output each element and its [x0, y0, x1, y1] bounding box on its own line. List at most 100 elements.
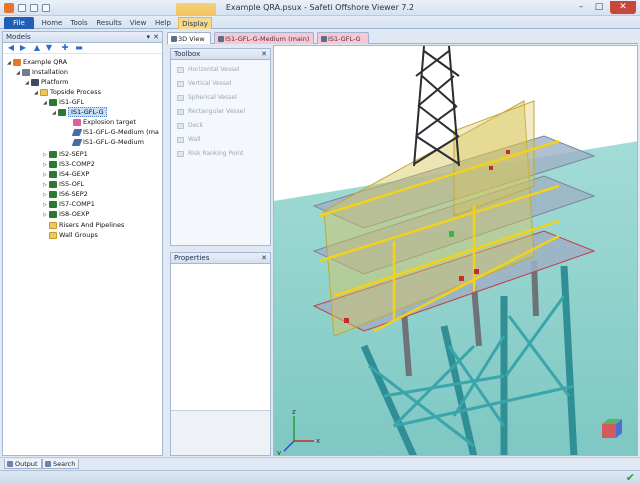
equipment-marker: [506, 150, 510, 154]
tree-node-platform[interactable]: ◢ Platform: [25, 78, 68, 87]
tab-home[interactable]: Home: [40, 17, 64, 29]
isolatable-section-icon: [49, 150, 57, 158]
tree-node-leak-main[interactable]: IS1-GFL-G-Medium (ma: [67, 128, 159, 137]
title-bar: Example QRA.psux - Safeti Offshore Viewe…: [0, 0, 640, 16]
tool-deck[interactable]: Deck: [177, 121, 203, 130]
tree-node-example-qra[interactable]: ◢ Example QRA: [7, 58, 67, 67]
3d-viewport[interactable]: z x y: [273, 45, 638, 456]
close-button[interactable]: ✕: [610, 1, 636, 14]
deck-icon: [177, 122, 184, 129]
bottom-tabs: Output Search: [0, 457, 640, 469]
risk-ranking-point-icon: [177, 150, 184, 157]
tab-output[interactable]: Output: [4, 459, 42, 469]
tool-rectangular-vessel[interactable]: Rectangular Vessel: [177, 107, 245, 116]
folder-icon: [40, 88, 48, 96]
ribbon-tabs: File Home Tools Results View Help Displa…: [0, 3, 640, 29]
toolbox-title: Toolbox: [174, 50, 201, 58]
tree-node-installation[interactable]: ◢ Installation: [16, 68, 68, 77]
equipment-marker: [344, 318, 349, 323]
isolatable-section-icon: [58, 108, 66, 116]
tab-tools[interactable]: Tools: [68, 17, 90, 29]
toolbox-panel-header: Toolbox ✕: [171, 49, 270, 60]
3d-scene[interactable]: z x y: [274, 46, 638, 456]
properties-panel: Properties ✕: [170, 252, 271, 456]
window-title: Example QRA.psux - Safeti Offshore Viewe…: [225, 3, 415, 12]
tab-results[interactable]: Results: [96, 17, 122, 29]
tool-spherical-vessel[interactable]: Spherical Vessel: [177, 93, 237, 102]
tree-node-is1-gfl[interactable]: ◢ IS1-GFL: [43, 98, 84, 107]
installation-icon: [22, 68, 30, 76]
models-panel: Models ▾ ✕ ◀ ▶ ▲ ▼ ✚ ▬ ◢ Example QRA ◢ Ins…: [2, 31, 163, 456]
tree-node-is5-ofl[interactable]: ▷ IS5-OFL: [43, 180, 84, 189]
tab-search[interactable]: Search: [42, 459, 80, 469]
expand-icon[interactable]: ✚: [61, 44, 69, 52]
maximize-button[interactable]: □: [590, 1, 608, 14]
close-icon[interactable]: ✕: [261, 49, 267, 60]
tree-node-leak-medium[interactable]: IS1-GFL-G-Medium: [67, 138, 144, 147]
axis-label-x: x: [316, 437, 320, 445]
properties-title: Properties: [174, 254, 210, 262]
tree-node-is2-sep1[interactable]: ▷ IS2-SEP1: [43, 150, 88, 159]
explosion-target-marker: [449, 231, 454, 237]
minimize-button[interactable]: –: [572, 1, 590, 14]
equipment-marker: [459, 276, 464, 281]
close-icon[interactable]: ✕: [153, 32, 159, 43]
back-arrow-icon[interactable]: ◀: [7, 44, 15, 52]
close-icon[interactable]: ✕: [261, 253, 267, 264]
folder-icon: [49, 221, 57, 229]
tab-view[interactable]: View: [128, 17, 148, 29]
tree-node-wall-groups[interactable]: Wall Groups: [43, 231, 98, 240]
isolatable-section-icon: [321, 36, 327, 42]
leak-icon: [71, 128, 83, 136]
forward-arrow-icon[interactable]: ▶: [19, 44, 27, 52]
pin-icon[interactable]: ▾: [146, 32, 150, 43]
status-bar: ✔: [0, 470, 640, 484]
explosion-target-icon: [73, 118, 81, 126]
tool-horizontal-vessel[interactable]: Horizontal Vessel: [177, 65, 239, 74]
tool-wall[interactable]: Wall: [177, 135, 201, 144]
up-arrow-icon[interactable]: ▲: [33, 44, 41, 52]
isolatable-section-icon: [49, 210, 57, 218]
tree-node-is3-comp2[interactable]: ▷ IS3-COMP2: [43, 160, 95, 169]
view-cube-icon[interactable]: [602, 419, 622, 438]
search-icon: [45, 461, 51, 467]
context-group-label: [176, 3, 216, 15]
leak-icon: [71, 138, 83, 146]
tab-display[interactable]: Display: [178, 17, 212, 29]
document-tabs: 3D View IS1-GFL-G-Medium (main) IS1-GFL-…: [167, 31, 638, 44]
tree-node-is7-comp1[interactable]: ▷ IS7-COMP1: [43, 200, 95, 209]
qra-icon: [13, 58, 21, 66]
tree-node-is6-sep2[interactable]: ▷ IS6-SEP2: [43, 190, 88, 199]
vertical-vessel-icon: [177, 80, 184, 87]
tree-node-explosion-target[interactable]: Explosion target: [67, 118, 136, 127]
down-arrow-icon[interactable]: ▼: [45, 44, 53, 52]
tool-risk-ranking-point[interactable]: Risk Ranking Point: [177, 149, 243, 158]
tool-vertical-vessel[interactable]: Vertical Vessel: [177, 79, 231, 88]
axis-label-y: y: [277, 449, 281, 456]
models-panel-title: Models: [6, 33, 31, 41]
3d-view-icon: [171, 36, 177, 42]
properties-panel-header: Properties ✕: [171, 253, 270, 264]
collapse-icon[interactable]: ▬: [75, 44, 83, 52]
isolatable-section-icon: [49, 180, 57, 188]
properties-description-area: [171, 410, 270, 455]
tab-help[interactable]: Help: [154, 17, 172, 29]
equipment-marker: [474, 269, 479, 274]
tab-file[interactable]: File: [4, 17, 34, 29]
tab-is1-gfl-g[interactable]: IS1-GFL-G: [317, 32, 369, 44]
toolbox-panel: Toolbox ✕ Horizontal Vessel Vertical Ves…: [170, 48, 271, 246]
tree-node-risers-and-pipelines[interactable]: Risers And Pipelines: [43, 221, 124, 230]
isolatable-section-icon: [49, 200, 57, 208]
axis-label-z: z: [292, 408, 296, 416]
isolatable-section-icon: [49, 170, 57, 178]
tree-node-is8-oexp[interactable]: ▷ IS8-OEXP: [43, 210, 89, 219]
tree-node-is4-gexp[interactable]: ▷ IS4-GEXP: [43, 170, 89, 179]
isolatable-section-icon: [49, 190, 57, 198]
tab-is1-gfl-g-medium[interactable]: IS1-GFL-G-Medium (main): [214, 32, 314, 44]
equipment-marker: [489, 166, 493, 170]
folder-icon: [49, 231, 57, 239]
tree-node-is1-gfl-g[interactable]: ◢ IS1-GFL-G: [52, 107, 107, 117]
leak-icon: [218, 36, 224, 42]
tree-node-topside-process[interactable]: ◢ Topside Process: [34, 88, 101, 97]
tab-3d-view[interactable]: 3D View: [167, 32, 211, 44]
